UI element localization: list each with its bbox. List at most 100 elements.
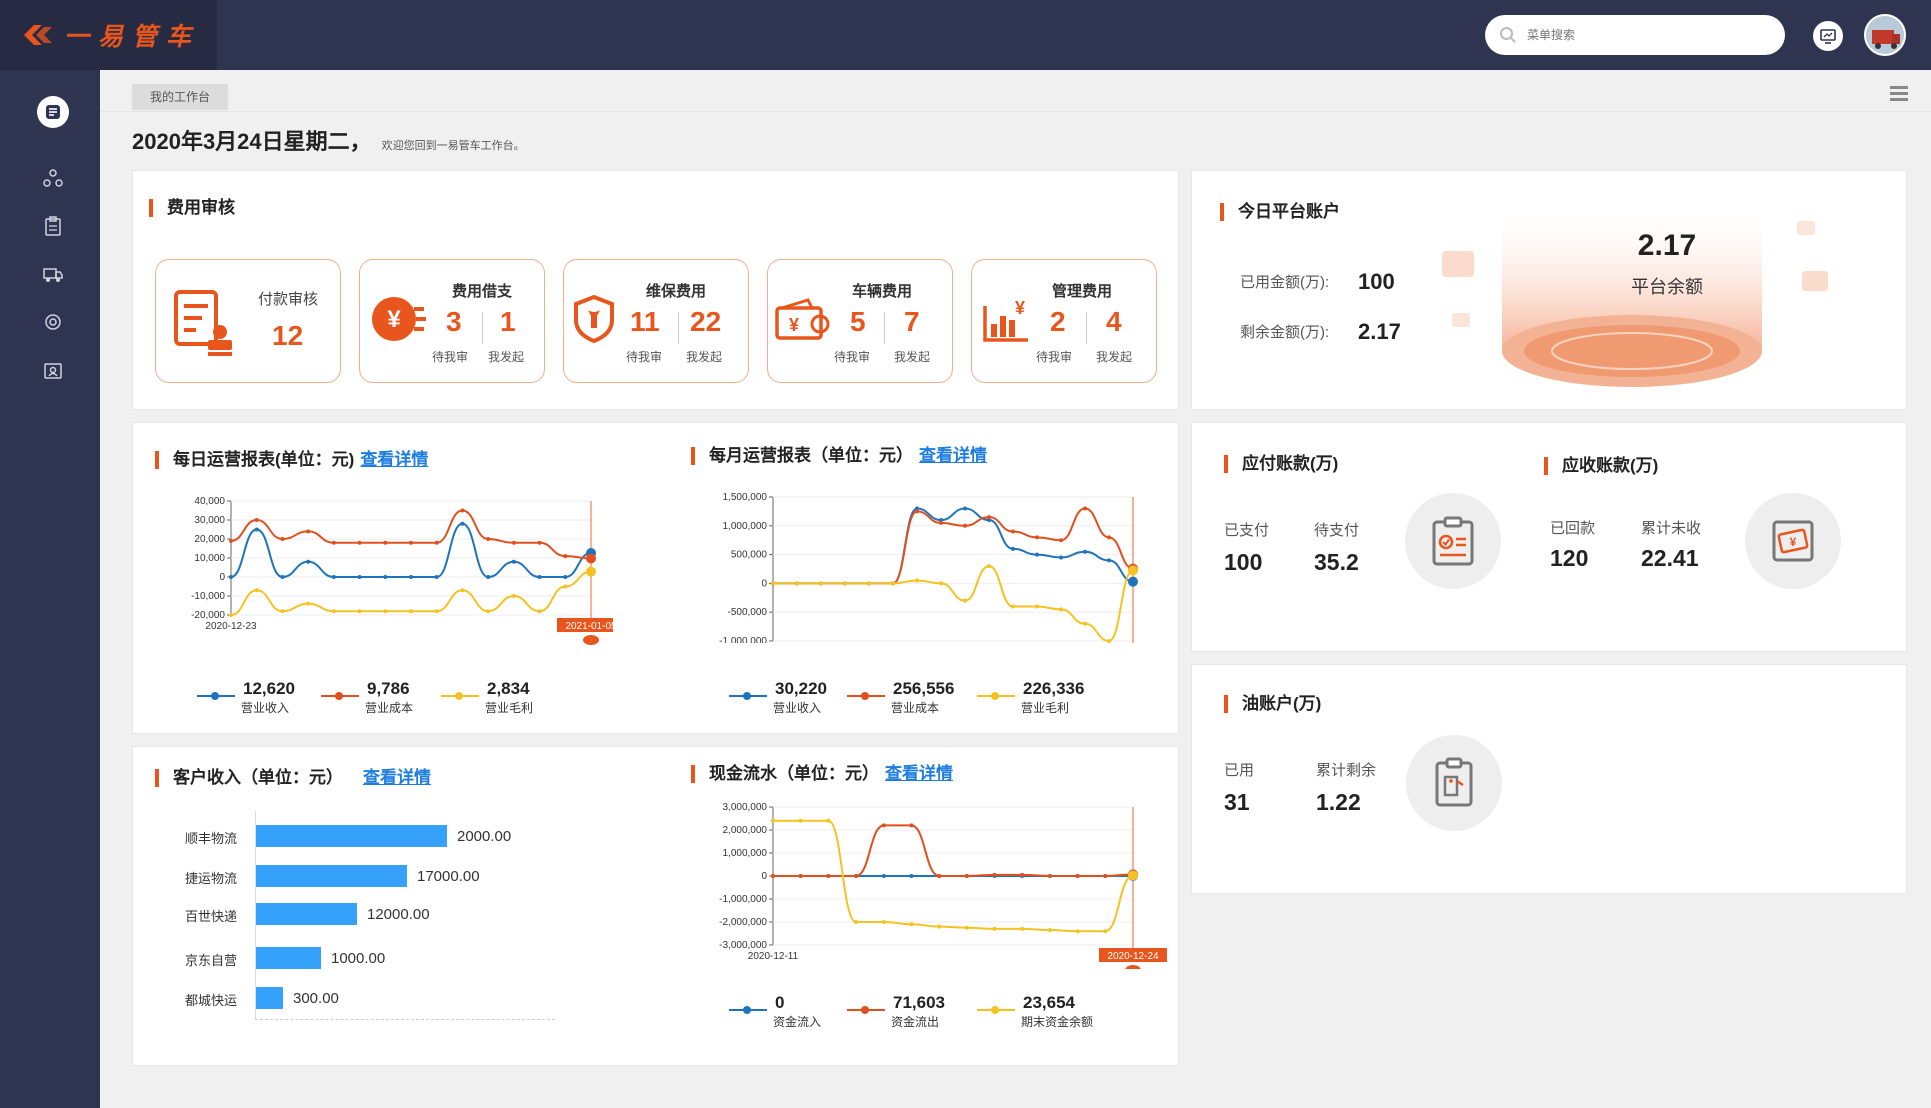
initiated-label: 我发起 bbox=[894, 350, 931, 364]
sidebar-item-users[interactable] bbox=[41, 358, 65, 382]
user-avatar[interactable] bbox=[1864, 14, 1906, 56]
data-point bbox=[771, 818, 775, 823]
tab-workbench[interactable]: 我的工作台 bbox=[132, 84, 229, 110]
initiated-count: 7 bbox=[904, 306, 920, 337]
tab-strip: 我的工作台 bbox=[100, 70, 1931, 112]
data-point bbox=[486, 537, 491, 541]
data-point bbox=[1059, 538, 1063, 543]
series-line bbox=[772, 824, 1134, 877]
daily-detail-link[interactable]: 查看详情 bbox=[360, 450, 428, 469]
bar[interactable] bbox=[255, 865, 407, 887]
monthly-detail-link[interactable]: 查看详情 bbox=[919, 446, 987, 465]
data-point bbox=[280, 575, 285, 579]
fee-box-advance[interactable]: ¥ 费用借支 3 1 待我审 我发起 bbox=[359, 259, 545, 383]
y-tick-label: -20,000 bbox=[191, 610, 225, 621]
data-point bbox=[511, 594, 516, 598]
oil-account-title: 油账户(万) bbox=[1224, 695, 1321, 713]
data-point bbox=[939, 520, 943, 525]
data-point bbox=[1047, 928, 1052, 933]
cashflow-title: 现金流水（单位：元） 查看详情 bbox=[691, 765, 953, 783]
list-menu-icon[interactable] bbox=[1889, 84, 1909, 102]
data-point bbox=[357, 540, 362, 545]
bar-category-label: 都城快运 bbox=[184, 993, 237, 1008]
current-date: 2020年3月24日星期二， bbox=[132, 129, 372, 154]
cashflow-detail-link[interactable]: 查看详情 bbox=[885, 764, 953, 783]
pending-count: 5 bbox=[850, 306, 866, 337]
clipboard-check-icon bbox=[1432, 516, 1474, 566]
screen-button[interactable] bbox=[1813, 21, 1843, 51]
data-point bbox=[854, 874, 859, 878]
payment-audit-box[interactable]: 付款审核 12 bbox=[155, 259, 341, 383]
brand[interactable]: 一易管车 bbox=[0, 0, 217, 70]
y-tick-label: 3,000,000 bbox=[723, 802, 768, 813]
legend-label: 营业毛利 bbox=[1021, 701, 1070, 715]
initiated-label: 我发起 bbox=[488, 350, 525, 364]
data-point bbox=[586, 566, 596, 577]
data-point bbox=[460, 521, 465, 526]
data-point bbox=[1075, 929, 1080, 934]
data-point bbox=[1107, 535, 1111, 540]
outstanding-value: 22.41 bbox=[1641, 545, 1699, 571]
data-point bbox=[331, 540, 336, 545]
legend-label: 营业成本 bbox=[365, 701, 414, 715]
sidebar-item-vehicles[interactable] bbox=[41, 262, 65, 286]
data-point bbox=[1103, 874, 1108, 878]
data-point bbox=[486, 575, 491, 579]
data-point bbox=[909, 874, 914, 878]
fee-box-title: 管理费用 bbox=[1052, 283, 1113, 300]
fee-box-vehicle[interactable]: ¥ 车辆费用 5 7 待我审 我发起 bbox=[767, 259, 953, 383]
customer-income-title-text: 客户收入（单位：元） bbox=[173, 768, 343, 787]
data-point bbox=[563, 584, 568, 589]
fuel-card-icon bbox=[1435, 757, 1473, 807]
data-point bbox=[937, 874, 942, 878]
welcome-header: 2020年3月24日星期二， 欢迎您回到一易管车工作台。 bbox=[132, 124, 525, 156]
data-point bbox=[798, 874, 803, 878]
data-point bbox=[915, 509, 919, 514]
bar[interactable] bbox=[255, 947, 321, 969]
data-point bbox=[1035, 604, 1039, 609]
sidebar-item-orders[interactable] bbox=[41, 214, 65, 238]
bar-category-label: 顺丰物流 bbox=[184, 831, 237, 846]
data-point bbox=[1128, 576, 1138, 587]
fee-audit-title: 费用审核 bbox=[149, 199, 235, 217]
customer-detail-link[interactable]: 查看详情 bbox=[363, 768, 431, 787]
fee-box-title: 车辆费用 bbox=[852, 283, 913, 300]
data-point bbox=[881, 920, 886, 924]
divider bbox=[884, 312, 885, 344]
bar[interactable] bbox=[255, 903, 357, 925]
sidebar-item-settings[interactable] bbox=[41, 310, 65, 334]
legend-value: 23,654 bbox=[1023, 993, 1075, 1012]
legend-value: 2,834 bbox=[487, 679, 530, 698]
data-point bbox=[563, 554, 568, 559]
oil-remaining-value: 1.22 bbox=[1316, 789, 1361, 815]
bar-value-label: 300.00 bbox=[293, 990, 339, 1007]
welcome-text: 欢迎您回到一易管车工作台。 bbox=[381, 140, 525, 152]
sidebar-toggle[interactable] bbox=[37, 96, 69, 128]
slider-handle[interactable] bbox=[583, 635, 599, 645]
fee-box-maintenance[interactable]: 维保费用 11 22 待我审 我发起 bbox=[563, 259, 749, 383]
legend-value: 0 bbox=[775, 993, 785, 1012]
data-point bbox=[229, 538, 233, 543]
y-tick-label: 1,500,000 bbox=[723, 492, 768, 503]
data-point bbox=[537, 575, 542, 579]
bar[interactable] bbox=[255, 825, 447, 847]
legend-value: 226,336 bbox=[1023, 679, 1085, 698]
fee-box-title: 费用借支 bbox=[452, 283, 513, 300]
bar[interactable] bbox=[255, 987, 283, 1009]
search-box[interactable] bbox=[1485, 15, 1785, 55]
payable-icon-circle bbox=[1405, 493, 1501, 589]
bar-category-label: 捷运物流 bbox=[184, 871, 237, 886]
y-tick-label: 0 bbox=[761, 578, 767, 589]
data-point bbox=[229, 575, 233, 579]
monthly-line-chart: 1,500,000 1,000,000 500,000 0 -500,000 -1,000… bbox=[719, 492, 1138, 643]
fee-box-management[interactable]: ¥ 管理费用 2 4 待我审 我发起 bbox=[971, 259, 1157, 383]
x-end-label: 2020-12-24 bbox=[1107, 951, 1159, 962]
search-input[interactable] bbox=[1527, 28, 1757, 42]
bar-category-label: 京东自营 bbox=[184, 953, 237, 968]
data-point bbox=[434, 609, 439, 614]
data-point bbox=[964, 874, 969, 878]
y-tick-label: -1,000,000 bbox=[719, 636, 767, 643]
slider-handle[interactable] bbox=[1125, 965, 1141, 969]
sidebar-item-dashboard[interactable] bbox=[41, 166, 65, 190]
sidebar bbox=[0, 70, 100, 1108]
